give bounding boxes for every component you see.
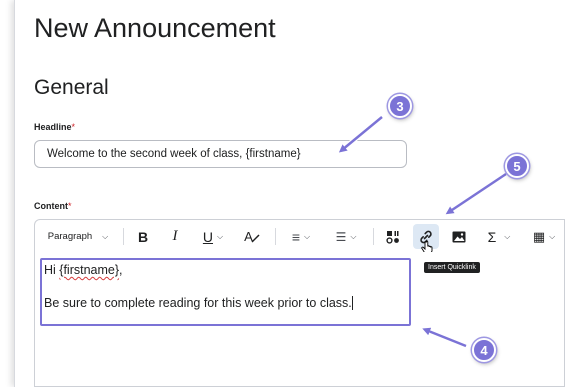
callout-4: 4	[472, 338, 496, 362]
toolbar-divider	[123, 228, 124, 245]
list-button[interactable]: ☰ ⌵	[327, 220, 365, 253]
bold-button[interactable]: B	[133, 220, 153, 253]
underline-icon: U	[202, 228, 214, 245]
insert-stuff-button[interactable]	[381, 220, 405, 253]
callout-3: 3	[388, 94, 412, 118]
image-icon	[452, 231, 466, 242]
sigma-icon: Σ	[487, 228, 497, 245]
required-mark: *	[71, 122, 76, 132]
page-title: New Announcement	[34, 13, 276, 43]
headline-label: Headline*	[34, 122, 75, 132]
table-icon: ▦	[532, 228, 546, 244]
text-color-swoosh-icon	[251, 234, 260, 243]
headline-label-text: Headline	[34, 122, 72, 132]
content-label-text: Content	[34, 201, 68, 211]
insert-image-button[interactable]	[447, 220, 471, 253]
underline-button[interactable]: U ⌵	[195, 220, 231, 253]
align-icon: ≡	[291, 228, 301, 245]
content-highlight-box	[40, 258, 411, 326]
insert-stuff-icon	[386, 230, 399, 244]
editor-toolbar: Paragraph ⌵ B I U ⌵ A ≡ ⌵ ☰ ⌵ Σ ⌵ ▦ ⌵	[34, 219, 565, 252]
section-title: General	[34, 76, 109, 99]
paragraph-select[interactable]: Paragraph ⌵	[43, 220, 113, 253]
italic-button[interactable]: I	[165, 220, 185, 253]
required-mark: *	[68, 201, 72, 211]
toolbar-divider	[275, 228, 276, 245]
content-label: Content*	[34, 201, 72, 211]
chevron-down-icon: ⌵	[304, 231, 311, 241]
insert-quicklink-tooltip: Insert Quicklink	[424, 262, 480, 273]
headline-input[interactable]: Welcome to the second week of class, {fi…	[34, 140, 407, 168]
align-button[interactable]: ≡ ⌵	[283, 220, 319, 253]
chevron-down-icon: ⌵	[350, 231, 357, 241]
chevron-down-icon: ⌵	[102, 231, 109, 241]
table-button[interactable]: ▦ ⌵	[525, 220, 563, 253]
equation-button[interactable]: Σ ⌵	[479, 220, 519, 253]
callout-5: 5	[505, 154, 529, 178]
chevron-down-icon: ⌵	[217, 231, 224, 241]
font-color-button[interactable]: A	[241, 220, 263, 253]
chevron-down-icon: ⌵	[504, 231, 511, 241]
list-icon: ☰	[335, 229, 347, 244]
toolbar-divider	[373, 228, 374, 245]
chevron-down-icon: ⌵	[549, 231, 556, 241]
paragraph-select-label: Paragraph	[47, 231, 93, 242]
